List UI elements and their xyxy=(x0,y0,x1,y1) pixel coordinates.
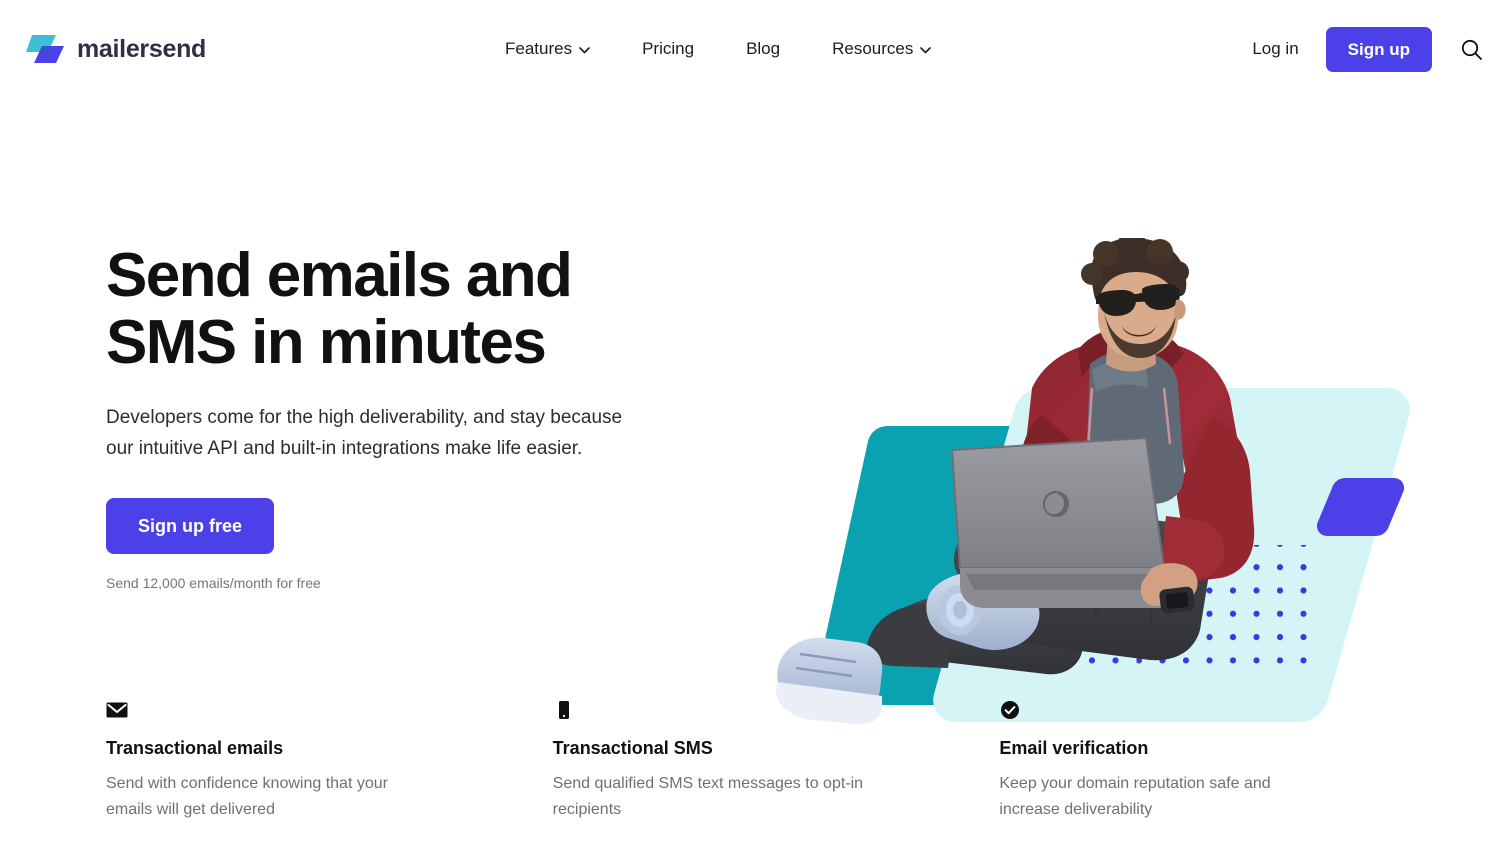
search-icon[interactable] xyxy=(1458,36,1484,62)
hero-subtitle: Developers come for the high deliverabil… xyxy=(106,406,623,459)
feature-transactional-emails: Transactional emails Send with confidenc… xyxy=(106,700,553,823)
feature-email-verification: Email verification Keep your domain repu… xyxy=(999,700,1446,823)
nav-item-features[interactable]: Features xyxy=(505,31,590,67)
person-with-laptop-photo xyxy=(776,238,1255,725)
brand-logo-link[interactable]: mailersend xyxy=(26,29,206,69)
check-circle-icon xyxy=(999,700,1021,722)
site-header: mailersend Features Pricing Blog Resourc… xyxy=(0,0,1510,98)
feature-list: Transactional emails Send with confidenc… xyxy=(106,700,1446,823)
page-title: Send emails and SMS in minutes xyxy=(106,241,573,377)
nav-item-label: Features xyxy=(505,39,573,58)
header-actions: Log in Sign up xyxy=(1252,0,1484,98)
feature-title: Transactional SMS xyxy=(552,738,713,758)
nav-item-blog[interactable]: Blog xyxy=(746,31,780,67)
mailersend-bolt-logo-icon xyxy=(26,29,64,69)
feature-description: Send with confidence knowing that your e… xyxy=(106,775,388,818)
nav-item-resources[interactable]: Resources xyxy=(832,31,932,67)
cta-note: Send 12,000 emails/month for free xyxy=(106,575,321,592)
login-link[interactable]: Log in xyxy=(1252,39,1298,59)
feature-title: Transactional emails xyxy=(106,738,284,758)
feature-title: Email verification xyxy=(999,738,1149,758)
nav-item-label: Resources xyxy=(832,39,914,58)
nav-item-label: Blog xyxy=(746,39,781,58)
envelope-icon xyxy=(106,700,128,722)
nav-item-label: Pricing xyxy=(642,39,695,58)
signup-button[interactable]: Sign up xyxy=(1325,26,1432,72)
hero-illustration xyxy=(760,238,1440,758)
main-navigation: Features Pricing Blog Resources xyxy=(505,0,932,98)
brand-name: mailersend xyxy=(77,34,207,63)
mobile-phone-icon xyxy=(553,700,575,722)
feature-description: Send qualified SMS text messages to opt-… xyxy=(552,775,864,818)
hero-section: Send emails and SMS in minutes Developer… xyxy=(0,98,1510,725)
hero-copy: Send emails and SMS in minutes Developer… xyxy=(106,241,726,592)
chevron-down-icon xyxy=(920,46,932,54)
signup-free-button[interactable]: Sign up free xyxy=(106,498,275,555)
chevron-down-icon xyxy=(579,46,590,54)
feature-description: Keep your domain reputation safe and inc… xyxy=(999,775,1271,818)
nav-item-pricing[interactable]: Pricing xyxy=(642,31,694,67)
feature-transactional-sms: Transactional SMS Send qualified SMS tex… xyxy=(553,700,1000,823)
